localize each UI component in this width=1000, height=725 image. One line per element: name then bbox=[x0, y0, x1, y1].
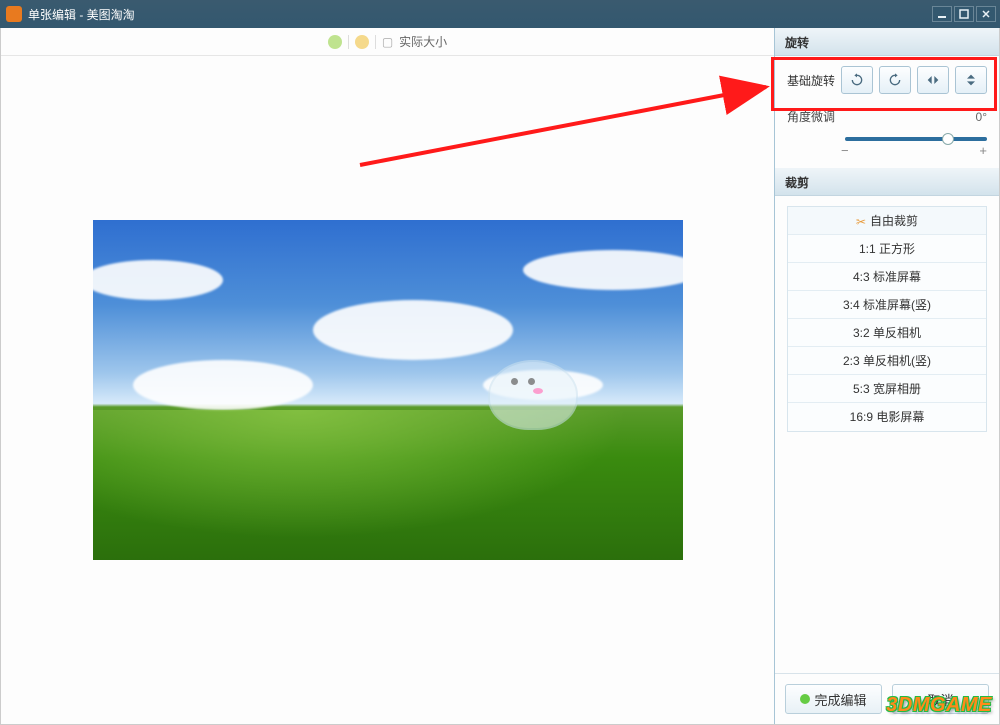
done-editing-button[interactable]: 完成编辑 bbox=[785, 684, 882, 714]
crop-option-2-3[interactable]: 2:3 单反相机(竖) bbox=[788, 347, 986, 375]
edited-image bbox=[93, 220, 683, 560]
canvas-viewport[interactable] bbox=[1, 56, 774, 724]
app-logo-icon bbox=[6, 6, 22, 22]
crop-option-16-9[interactable]: 16:9 电影屏幕 bbox=[788, 403, 986, 431]
crop-option-label: 1:1 正方形 bbox=[859, 242, 915, 256]
side-panel: 旋转 基础旋转 角度微调 0° bbox=[775, 28, 999, 724]
rotate-ccw-button[interactable] bbox=[841, 66, 873, 94]
crop-option-label: 3:2 单反相机 bbox=[853, 326, 921, 340]
canvas-toolbar: ▢ 实际大小 bbox=[1, 28, 774, 56]
angle-value: 0° bbox=[976, 110, 987, 124]
rotate-ccw-icon bbox=[849, 72, 865, 88]
check-icon bbox=[800, 694, 810, 704]
rotate-cw-button[interactable] bbox=[879, 66, 911, 94]
actual-size-button[interactable]: 实际大小 bbox=[399, 33, 447, 50]
crop-option-3-4[interactable]: 3:4 标准屏幕(竖) bbox=[788, 291, 986, 319]
crop-presets-list: ✂ 自由裁剪 1:1 正方形 4:3 标准屏幕 3:4 标准屏幕(竖) 3:2 单… bbox=[787, 206, 987, 432]
angle-minus-button[interactable]: − bbox=[841, 143, 849, 158]
done-button-label: 完成编辑 bbox=[814, 690, 866, 709]
canvas-area: ▢ 实际大小 bbox=[1, 28, 775, 724]
zoom-out-icon[interactable] bbox=[355, 35, 369, 49]
titlebar: 单张编辑 - 美图淘淘 bbox=[0, 0, 1000, 28]
cancel-button[interactable]: 取消 bbox=[892, 684, 989, 714]
maximize-button[interactable] bbox=[954, 6, 974, 22]
crop-option-label: 4:3 标准屏幕 bbox=[853, 270, 921, 284]
toolbar-separator bbox=[375, 35, 376, 49]
crop-option-label: 自由裁剪 bbox=[870, 214, 918, 228]
flip-vertical-button[interactable] bbox=[955, 66, 987, 94]
angle-adjust-label: 角度微调 bbox=[787, 108, 835, 125]
toolbar-separator bbox=[348, 35, 349, 49]
crop-option-5-3[interactable]: 5:3 宽屏相册 bbox=[788, 375, 986, 403]
window-title: 单张编辑 - 美图淘淘 bbox=[28, 6, 135, 23]
close-button[interactable] bbox=[976, 6, 996, 22]
rotate-panel-header: 旋转 bbox=[775, 28, 999, 56]
crop-option-label: 16:9 电影屏幕 bbox=[850, 410, 925, 424]
rotate-cw-icon bbox=[887, 72, 903, 88]
crop-option-1-1[interactable]: 1:1 正方形 bbox=[788, 235, 986, 263]
actual-size-icon: ▢ bbox=[382, 35, 393, 49]
minimize-button[interactable] bbox=[932, 6, 952, 22]
crop-option-3-2[interactable]: 3:2 单反相机 bbox=[788, 319, 986, 347]
angle-plus-button[interactable]: + bbox=[979, 143, 987, 158]
flip-horizontal-icon bbox=[925, 72, 941, 88]
cancel-button-label: 取消 bbox=[927, 690, 953, 709]
basic-rotate-label: 基础旋转 bbox=[787, 72, 835, 89]
crop-option-label: 3:4 标准屏幕(竖) bbox=[843, 298, 931, 312]
angle-slider[interactable] bbox=[845, 137, 987, 141]
crop-option-label: 2:3 单反相机(竖) bbox=[843, 354, 931, 368]
mascot-watermark-icon bbox=[473, 350, 593, 440]
crop-option-free[interactable]: ✂ 自由裁剪 bbox=[788, 207, 986, 235]
flip-vertical-icon bbox=[963, 72, 979, 88]
crop-option-label: 5:3 宽屏相册 bbox=[853, 382, 921, 396]
crop-option-4-3[interactable]: 4:3 标准屏幕 bbox=[788, 263, 986, 291]
angle-slider-thumb[interactable] bbox=[942, 133, 954, 145]
zoom-in-icon[interactable] bbox=[328, 35, 342, 49]
crop-panel-header: 裁剪 bbox=[775, 168, 999, 196]
scissors-icon: ✂ bbox=[856, 215, 866, 229]
flip-horizontal-button[interactable] bbox=[917, 66, 949, 94]
